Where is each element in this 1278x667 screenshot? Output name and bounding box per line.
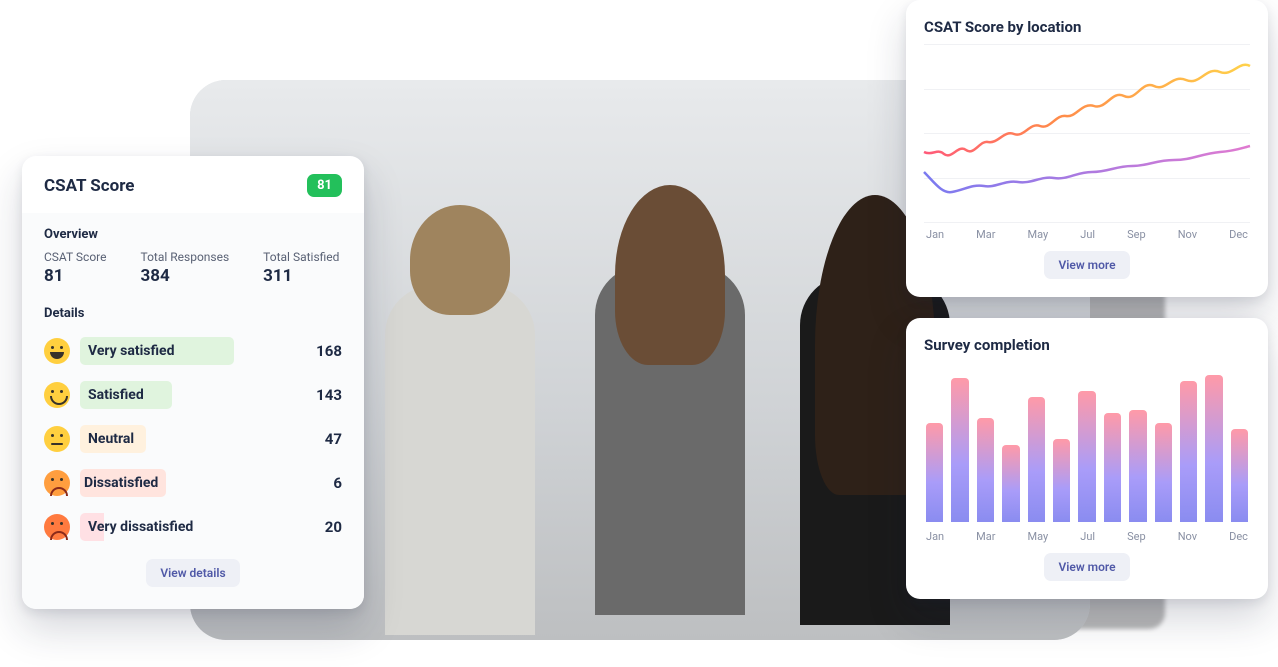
bar [1155,423,1172,522]
detail-value: 168 [316,342,342,360]
emoji-very-satisfied-icon [44,338,70,364]
emoji-neutral-icon [44,426,70,452]
detail-value: 20 [325,518,342,536]
detail-row-dissatisfied: Dissatisfied 6 [44,461,342,505]
detail-row-very-dissatisfied: Very dissatisfied 20 [44,505,342,549]
overview-label: Overview [44,213,342,250]
metric-value: 81 [44,266,106,286]
x-tick: May [1028,530,1049,543]
bar [1129,410,1146,522]
bar [1078,391,1095,522]
x-tick: Dec [1229,530,1248,543]
details-label: Details [44,292,342,329]
detail-value: 143 [316,386,342,404]
detail-label: Neutral [80,425,146,453]
metric-label: Total Responses [140,250,229,264]
detail-label: Very dissatisfied [80,513,201,541]
x-tick: Mar [976,228,995,241]
metric-value: 384 [140,266,229,286]
detail-label: Satisfied [80,381,172,409]
x-tick: Nov [1178,530,1197,543]
bar [1231,429,1248,522]
bar [926,423,943,522]
x-tick: Mar [976,530,995,543]
bar [1028,397,1045,522]
detail-row-very-satisfied: Very satisfied 168 [44,329,342,373]
bar-chart-x-axis: Jan Mar May Jul Sep Nov Dec [924,530,1250,543]
line-chart-x-axis: Jan Mar May Jul Sep Nov Dec [924,228,1250,241]
emoji-very-dissatisfied-icon [44,514,70,540]
bar [1104,413,1121,522]
overview-metrics: CSAT Score 81 Total Responses 384 Total … [44,250,342,292]
csat-title: CSAT Score [44,176,134,196]
x-tick: Jan [926,228,944,241]
detail-row-neutral: Neutral 47 [44,417,342,461]
emoji-dissatisfied-icon [44,470,70,496]
bar [1002,445,1019,522]
line-chart [924,44,1250,222]
csat-by-location-card: CSAT Score by location Jan Ma [906,0,1268,297]
detail-label: Dissatisfied [84,475,158,491]
csat-score-badge: 81 [307,174,342,197]
bar-chart-title: Survey completion [924,336,1250,354]
view-details-button[interactable]: View details [146,559,239,587]
bar [1180,381,1197,522]
x-tick: Jul [1080,530,1095,543]
bar [1053,439,1070,522]
detail-label: Very satisfied [80,337,234,365]
bar [951,378,968,522]
bar [977,418,994,522]
metric-label: CSAT Score [44,250,106,264]
line-view-more-button[interactable]: View more [1044,251,1129,279]
survey-completion-card: Survey completion Jan Mar May Jul Sep No… [906,318,1268,599]
bar-chart [924,362,1250,522]
x-tick: Sep [1127,530,1146,543]
x-tick: Sep [1127,228,1146,241]
emoji-satisfied-icon [44,382,70,408]
line-chart-title: CSAT Score by location [924,18,1250,36]
metric-label: Total Satisfied [263,250,339,264]
bar [1205,375,1222,522]
x-tick: Nov [1178,228,1197,241]
x-tick: Dec [1229,228,1248,241]
x-tick: Jul [1080,228,1095,241]
detail-value: 47 [325,430,342,448]
x-tick: May [1028,228,1049,241]
csat-score-card: CSAT Score 81 Overview CSAT Score 81 Tot… [22,156,364,609]
x-tick: Jan [926,530,944,543]
detail-value: 6 [333,474,342,492]
detail-row-satisfied: Satisfied 143 [44,373,342,417]
metric-value: 311 [263,266,339,286]
bar-view-more-button[interactable]: View more [1044,553,1129,581]
